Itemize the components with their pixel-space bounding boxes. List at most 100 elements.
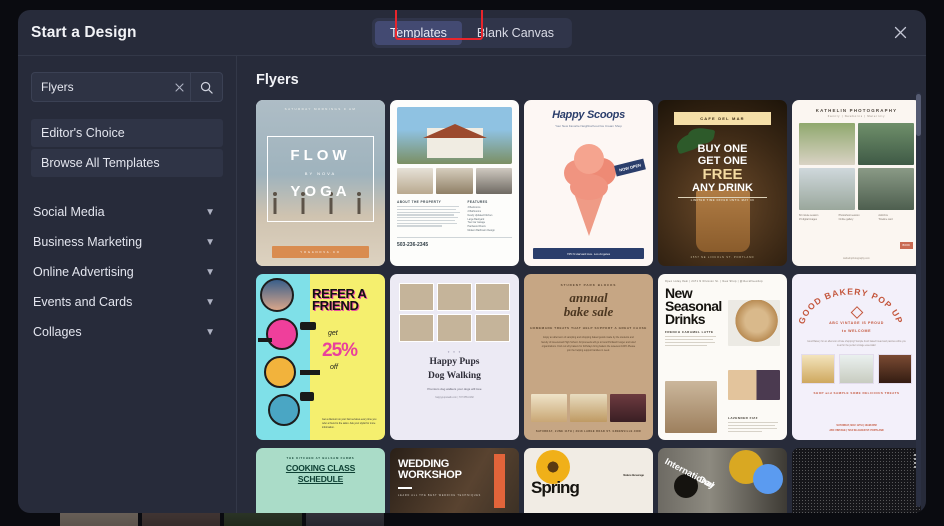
template-title-line2: bake sale: [563, 303, 614, 319]
template-subtitle: Family | Newborns | Maternity: [827, 115, 886, 118]
template-card-happy-scoops[interactable]: Happy Scoops Your New Favorite Neighborh…: [524, 100, 653, 266]
sidebar-item-browse-all-templates[interactable]: Browse All Templates: [31, 149, 223, 177]
sidebar-category-social-media[interactable]: Social Media ▼: [31, 197, 223, 227]
template-title-line1: Happy Pups: [429, 357, 480, 367]
template-title-line4: ANY DRINK: [692, 181, 753, 194]
template-card-dark-texture-flyer[interactable]: [792, 448, 921, 513]
template-image-strip: [801, 353, 912, 384]
template-footer-line2: ABC VINTAGE | 7213 SE ALDER ST. PORTLAND: [829, 428, 884, 432]
template-heading-line2: to WELCOME: [841, 328, 872, 333]
template-section-1-title: FRENCH CARAMEL LATTE: [665, 330, 714, 335]
modal-header: Start a Design Templates Blank Canvas: [18, 10, 926, 56]
close-icon: [894, 26, 906, 39]
template-footer: SATURDAY, NOV. 12TH | 10AM-5PM ABC VINTA…: [792, 424, 921, 433]
category-label: Social Media: [33, 205, 105, 219]
template-illustration: [558, 144, 620, 236]
template-section-3: LAVENDER FIZZ: [728, 416, 780, 432]
templates-scrollbar-thumb[interactable]: [916, 94, 921, 136]
template-headline: REFER A FRIEND: [312, 287, 380, 313]
template-card-annual-bake-sale[interactable]: STUDENT PARK BLOCKS annual bake sale HOM…: [524, 274, 653, 440]
template-art: THE KITCHEN AT BALSAM FARMS COOKING CLAS…: [256, 448, 385, 513]
sidebar-category-online-advertising[interactable]: Online Advertising ▼: [31, 257, 223, 287]
template-section-1: FRENCH CARAMEL LATTE: [665, 330, 717, 347]
sidebar-category-events-and-cards[interactable]: Events and Cards ▼: [31, 287, 223, 317]
template-subtitle: Your New Favorite Neighborhood Ice Cream…: [555, 124, 622, 128]
page-title: Start a Design: [31, 23, 137, 41]
template-body: Get a discount on your hair services eve…: [322, 418, 377, 430]
search-clear-button[interactable]: [168, 73, 190, 101]
template-art: STUDENT PARK BLOCKS annual bake sale HOM…: [524, 274, 653, 440]
template-arc-title: GOOD BAKERY POP UP: [796, 286, 904, 324]
template-art: Nature Beverage Spring: [524, 448, 653, 513]
template-accent-bar: [494, 454, 505, 508]
template-percent: 25%: [322, 340, 358, 361]
template-card-kathelin-photography[interactable]: KATHELIN PHOTOGRAPHY Family | Newborns |…: [792, 100, 921, 266]
template-art: International Day: [658, 448, 787, 513]
template-footer: YOGANOVA.CO: [272, 246, 369, 258]
template-art: SATURDAY MORNINGS 9 AM FLOW BY NOVA YOGA…: [256, 100, 385, 266]
template-card-cooking-class-schedule[interactable]: THE KITCHEN AT BALSAM FARMS COOKING CLAS…: [256, 448, 385, 513]
template-heading-left: ABOUT THE PROPERTY: [397, 200, 442, 204]
template-card-real-estate-property[interactable]: ABOUT THE PROPERTY FEATURES 3 Bedrooms 2…: [390, 100, 519, 266]
search-submit-button[interactable]: [190, 73, 222, 101]
template-get-label: get: [328, 330, 338, 337]
template-title-line1: FLOW: [290, 147, 351, 164]
template-art: ABOUT THE PROPERTY FEATURES 3 Bedrooms 2…: [390, 100, 519, 266]
template-grid: SATURDAY MORNINGS 9 AM FLOW BY NOVA YOGA…: [256, 100, 926, 513]
sidebar-item-editors-choice[interactable]: Editor's Choice: [31, 119, 223, 147]
template-image-strip: [531, 394, 646, 422]
category-label: Events and Cards: [33, 295, 133, 309]
sidebar-category-business-marketing[interactable]: Business Marketing ▼: [31, 227, 223, 257]
chevron-down-icon: ▼: [205, 206, 215, 218]
template-hero-image: [397, 107, 512, 164]
chevron-down-icon: ▼: [205, 326, 215, 338]
chevron-down-icon: ▼: [205, 236, 215, 248]
template-art: GOOD BAKERY POP UP ABC VINTAGE IS PROUD …: [792, 274, 921, 440]
template-art: WEDDING WORKSHOP LEARN ALL THE BEST WEDD…: [390, 448, 519, 513]
template-card-happy-pups-dog-walking[interactable]: ✦ ✦ ✦ Happy Pups Dog Walking Premium dog…: [390, 274, 519, 440]
template-off-label: off: [330, 364, 338, 371]
template-image-1: [728, 300, 780, 346]
template-title-line2: YOGA: [290, 183, 351, 200]
template-footer: 2557 NE LINCOLN ST. PORTLAND: [690, 256, 755, 259]
template-card-cafe-del-mar-bogo[interactable]: CAFE DEL MAR BUY ONE GET ONE FREE ANY DR…: [658, 100, 787, 266]
template-frame: FLOW BY NOVA YOGA: [267, 136, 374, 222]
sidebar: Editor's Choice Browse All Templates Soc…: [18, 56, 237, 513]
template-kicker: Nature Beverage: [623, 474, 644, 477]
tab-templates[interactable]: Templates: [374, 20, 462, 45]
template-phone: 503-236-2345: [397, 241, 429, 248]
template-art: CAFE DEL MAR BUY ONE GET ONE FREE ANY DR…: [658, 100, 787, 266]
template-card-wedding-workshop[interactable]: WEDDING WORKSHOP LEARN ALL THE BEST WEDD…: [390, 448, 519, 513]
category-label: Business Marketing: [33, 235, 143, 249]
template-title-line1: BUY ONE: [697, 143, 748, 155]
template-badge: CAFE DEL MAR: [674, 112, 771, 125]
start-a-design-modal: Start a Design Templates Blank Canvas Fl…: [18, 10, 926, 513]
tab-blank-canvas[interactable]: Blank Canvas: [462, 21, 569, 45]
template-heading-right: FEATURES: [467, 200, 488, 204]
template-contact: happypupswalk.com | 707-555-0182: [435, 395, 474, 399]
template-subtitle: Premium dog walkers your dogs will love: [427, 386, 482, 391]
template-card-good-bakery-pop-up[interactable]: GOOD BAKERY POP UP ABC VINTAGE IS PROUD …: [792, 274, 921, 440]
template-features: 3 Bedrooms 2 Bathrooms Newly Updated Kit…: [467, 206, 495, 233]
template-photo-grid: [799, 123, 914, 210]
template-title-line3: FREE: [702, 166, 743, 184]
template-heading: HOMEMADE TREATS THAT HELP SUPPORT A GREA…: [530, 326, 647, 331]
template-headline: BUY ONE GET ONE FREE ANY DRINK LIMITED T…: [658, 143, 787, 203]
chevron-down-icon: ▼: [205, 296, 215, 308]
template-bullets: 60 minute session 15 digital images Phot…: [799, 214, 893, 221]
close-button[interactable]: [887, 20, 913, 46]
template-art: Open today 8am | 2471 N Division St. | N…: [658, 274, 787, 440]
template-title-line1: COOKING CLASS: [285, 463, 356, 473]
sidebar-category-collages[interactable]: Collages ▼: [31, 317, 223, 347]
template-card-new-seasonal-drinks[interactable]: Open today 8am | 2471 N Division St. | N…: [658, 274, 787, 440]
template-arc-text: GOOD BAKERY POP UP: [796, 286, 904, 324]
template-card-spring-flyer[interactable]: Nature Beverage Spring: [524, 448, 653, 513]
template-title-line1: annual: [569, 290, 608, 305]
template-card-refer-a-friend-salon[interactable]: REFER A FRIEND get 25% off Get a discoun…: [256, 274, 385, 440]
search-input[interactable]: [32, 73, 168, 101]
template-card-flow-by-nova-yoga[interactable]: SATURDAY MORNINGS 9 AM FLOW BY NOVA YOGA…: [256, 100, 385, 266]
template-card-international-day[interactable]: International Day: [658, 448, 787, 513]
search-row: [31, 72, 223, 102]
templates-scrollbar-track[interactable]: [916, 92, 921, 507]
template-top-bar: Open today 8am | 2471 N Division St. | N…: [665, 280, 763, 283]
